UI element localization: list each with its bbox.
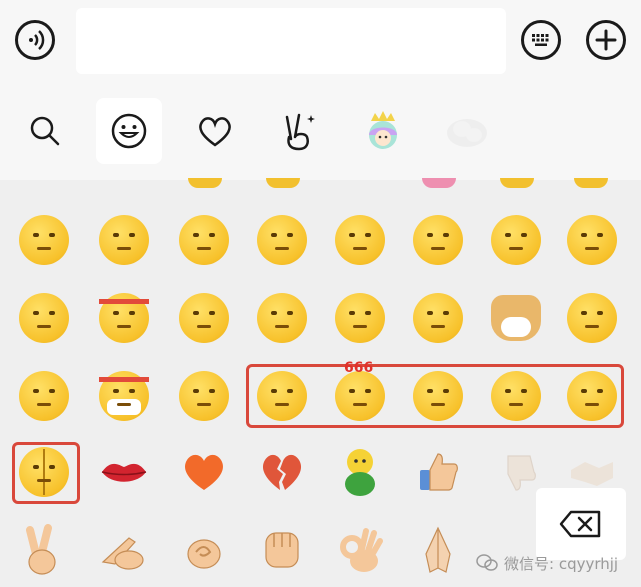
input-bar [0,0,641,88]
partial-emoji [422,178,456,188]
emoji-lips[interactable] [94,442,154,502]
emoji-heart[interactable] [174,442,234,502]
voice-input-button[interactable] [15,20,55,60]
emoji-teary[interactable] [562,366,622,426]
emoji-eye-roll[interactable] [252,366,312,426]
tab-gestures[interactable] [266,98,332,164]
emoji-wink-chin[interactable] [562,288,622,348]
backspace-icon [559,510,601,538]
plus-icon [595,29,617,51]
emoji-unamused[interactable] [94,210,154,270]
emoji-fist[interactable] [252,520,312,580]
heart-icon [199,117,231,147]
voice-input-icon [29,30,45,50]
emoji-victory-hand[interactable] [14,520,74,580]
emoji-starry-eyes[interactable] [174,366,234,426]
emoji-pointing-hand[interactable] [94,520,154,580]
watermark-text: 微信号: cqyyrhjj [504,554,619,573]
partial-emoji [574,178,608,188]
victory-hand-icon [285,113,315,151]
message-input[interactable] [76,8,506,74]
more-button[interactable] [586,20,626,60]
emoji-mask-headband[interactable] [94,366,154,426]
emoji-green-chick[interactable] [330,442,390,502]
tab-emoji[interactable] [96,98,162,164]
emoji-kiss-wave[interactable] [14,366,74,426]
tab-sticker-pack[interactable] [434,98,500,164]
sticker-pack-icon [447,119,487,147]
emoji-stunned[interactable] [252,288,312,348]
search-icon [30,116,60,146]
partial-emoji [188,178,222,188]
emoji-curl-hand[interactable] [174,520,234,580]
emoji-doge[interactable] [486,288,546,348]
emoji-broken-face[interactable] [14,442,74,502]
emoji-shy-smile[interactable] [486,210,546,270]
emoji-ok-hand[interactable] [330,520,390,580]
emoji-grin[interactable] [562,210,622,270]
watermark: 微信号: cqyyrhjj [476,548,636,578]
emoji-praying-hands[interactable] [408,520,468,580]
emoji-watermelon-face[interactable] [14,288,74,348]
emoji-sad-finger[interactable] [486,366,546,426]
six-six-six-label: 666 [344,360,374,376]
sticker-character-icon [369,111,397,149]
tab-favorites[interactable] [182,98,248,164]
emoji-snore[interactable] [330,288,390,348]
emoji-chin-stroke[interactable] [408,288,468,348]
emoji-peek[interactable] [174,210,234,270]
wechat-logo-icon [476,554,498,571]
emoji-hide-face[interactable] [408,366,468,426]
emoji-category-tabs [0,88,641,181]
tab-search[interactable] [12,98,78,164]
emoji-pensive[interactable] [14,210,74,270]
keyboard-button[interactable] [521,20,561,60]
emoji-broken-heart[interactable] [252,442,312,502]
tab-sticker-character[interactable] [350,98,416,164]
partial-emoji [266,178,300,188]
smiley-icon [111,113,147,149]
emoji-fighting-headband[interactable] [94,288,154,348]
partial-emoji [500,178,534,188]
emoji-facepalm[interactable] [252,210,312,270]
emoji-side-eye[interactable] [408,210,468,270]
keyboard-icon [532,34,549,46]
emoji-sweat-face[interactable] [174,288,234,348]
emoji-smirk[interactable] [330,210,390,270]
emoji-thumbs-up[interactable] [408,442,468,502]
